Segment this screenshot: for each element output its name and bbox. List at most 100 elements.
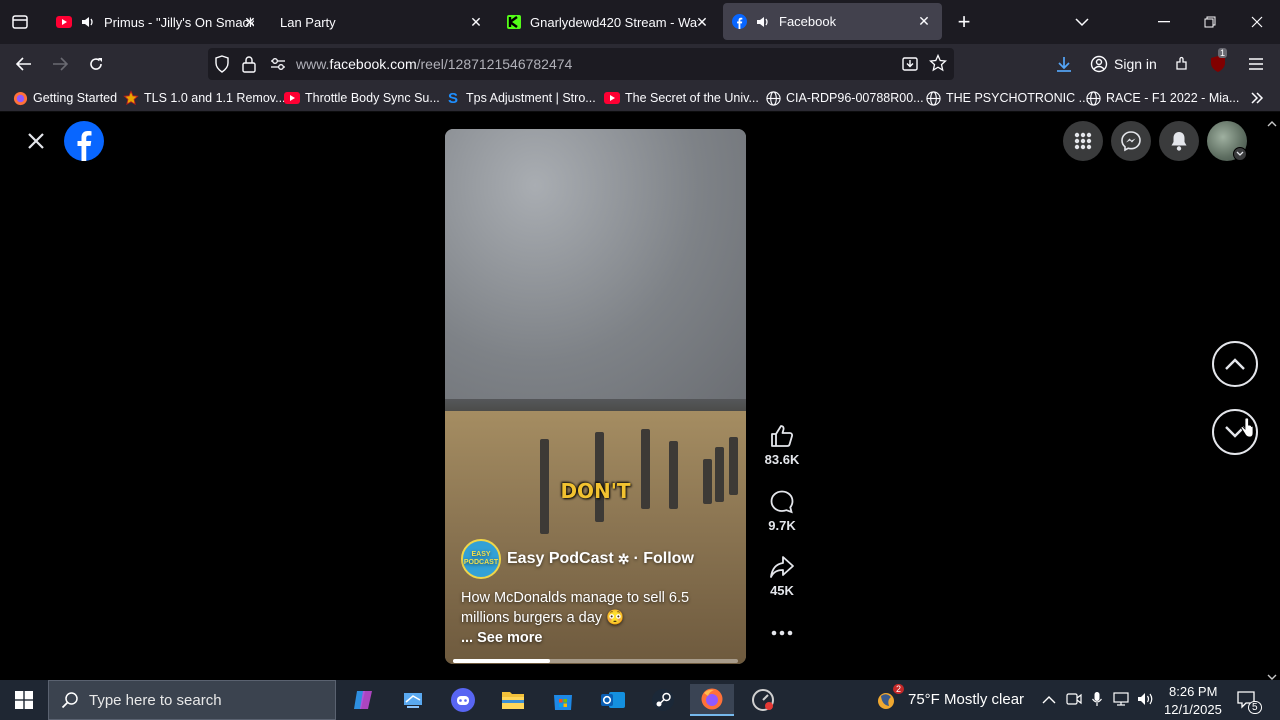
bookmark-cia-rdp[interactable]: CIA-RDP96-00788R00... xyxy=(765,89,924,107)
see-more-link[interactable]: ... See more xyxy=(461,630,542,646)
close-tab-icon[interactable]: ✕ xyxy=(468,14,484,30)
bookmark-getting-started[interactable]: Getting Started xyxy=(12,89,117,107)
youtube-icon xyxy=(604,90,620,106)
share-count: 45K xyxy=(770,583,794,598)
list-tabs-icon[interactable] xyxy=(1070,10,1094,34)
account-chevron-icon[interactable] xyxy=(1233,147,1247,161)
permissions-icon[interactable] xyxy=(270,57,286,76)
steam-app-icon[interactable] xyxy=(641,684,685,716)
url-domain: facebook.com xyxy=(329,56,417,72)
scroll-up-icon[interactable] xyxy=(1267,115,1277,133)
tab-title: Facebook xyxy=(779,14,837,29)
sign-in-button[interactable]: Sign in xyxy=(1090,52,1157,76)
close-tab-icon[interactable]: ✕ xyxy=(694,14,710,30)
new-tab-button[interactable]: + xyxy=(952,9,976,34)
bookmark-label: Getting Started xyxy=(33,91,118,105)
reel-video[interactable]: DON'T EASY PODCAST Easy PodCast ✲ · Foll… xyxy=(445,129,746,664)
reel-description: How McDonalds manage to sell 6.5 million… xyxy=(461,588,731,648)
tab-primus[interactable]: Primus - "Jilly's On Smack" ✕ xyxy=(48,0,268,44)
lock-icon[interactable] xyxy=(242,55,256,78)
speaker-icon[interactable] xyxy=(80,14,96,30)
weather-badge: 2 xyxy=(893,684,905,694)
tab-lan-party[interactable]: Lan Party ✕ xyxy=(270,0,494,44)
kick-logo-icon xyxy=(506,14,522,30)
video-caption-word: DON'T xyxy=(560,479,631,503)
clock-date[interactable]: 12/1/2025 xyxy=(1164,702,1222,717)
pc-manager-app-icon[interactable] xyxy=(391,684,435,716)
close-reel-icon[interactable] xyxy=(24,129,48,153)
s-logo-icon: S xyxy=(447,89,458,107)
video-progress-bar[interactable] xyxy=(453,659,738,663)
speaker-icon[interactable] xyxy=(755,14,771,30)
forward-arrow-icon[interactable] xyxy=(48,52,72,76)
url-path: /reel/1287121546782474 xyxy=(416,56,573,72)
facebook-reel-viewer: DON'T EASY PODCAST Easy PodCast ✲ · Foll… xyxy=(0,113,1264,680)
clock-time[interactable]: 8:26 PM xyxy=(1169,684,1217,699)
hamburger-menu-icon[interactable] xyxy=(1244,52,1268,76)
search-icon xyxy=(61,692,78,709)
address-bar[interactable]: www.facebook.com/reel/1287121546782474 xyxy=(208,48,954,80)
close-tab-icon[interactable]: ✕ xyxy=(916,13,932,29)
bookmark-tps-adjustment[interactable]: S Tps Adjustment | Stro... xyxy=(445,89,596,107)
more-bookmarks-icon[interactable] xyxy=(1250,89,1264,107)
bookmark-race-f1[interactable]: RACE - F1 2022 - Mia... xyxy=(1085,89,1239,107)
microphone-icon[interactable] xyxy=(1091,691,1103,712)
messenger-icon[interactable] xyxy=(1111,121,1151,161)
tab-facebook[interactable]: Facebook ✕ xyxy=(723,3,942,40)
reload-icon[interactable] xyxy=(84,52,108,76)
meet-now-icon[interactable] xyxy=(1066,691,1082,712)
globe-icon xyxy=(765,90,781,106)
volume-icon[interactable] xyxy=(1137,691,1155,712)
follow-button[interactable]: · Follow xyxy=(633,550,693,568)
author-avatar[interactable]: EASY PODCAST xyxy=(461,539,501,579)
share-button[interactable]: 45K xyxy=(760,554,804,598)
page-scrollbar[interactable] xyxy=(1264,113,1280,680)
close-window-icon[interactable] xyxy=(1245,10,1269,34)
ublock-extension-icon[interactable]: 1 xyxy=(1206,48,1230,76)
menu-grid-icon[interactable] xyxy=(1063,121,1103,161)
author-avatar-text: EASY PODCAST xyxy=(463,551,499,566)
restore-icon[interactable] xyxy=(1198,10,1222,34)
microsoft-store-app-icon[interactable] xyxy=(541,684,585,716)
gpu-monitor-app-icon[interactable] xyxy=(741,684,785,716)
bookmark-secret-universe[interactable]: The Secret of the Univ... xyxy=(604,89,759,107)
url-prefix: www. xyxy=(296,56,330,72)
tab-gnarlydewd[interactable]: Gnarlydewd420 Stream - Watch ✕ xyxy=(496,0,720,44)
show-hidden-icons-icon[interactable] xyxy=(1042,692,1056,710)
bookmark-throttle-body[interactable]: Throttle Body Sync Su... xyxy=(284,89,440,107)
bookmark-tls[interactable]: TLS 1.0 and 1.1 Remov... xyxy=(123,89,286,107)
discord-app-icon[interactable] xyxy=(441,684,485,716)
firefox-app-icon[interactable] xyxy=(690,684,734,716)
save-to-pocket-icon[interactable] xyxy=(901,55,919,78)
like-button[interactable]: 83.6K xyxy=(760,423,804,467)
network-icon[interactable] xyxy=(1112,691,1130,712)
notifications-bell-icon[interactable] xyxy=(1159,121,1199,161)
close-tab-icon[interactable]: ✕ xyxy=(242,14,258,30)
file-explorer-app-icon[interactable] xyxy=(491,684,535,716)
weather-text[interactable]: 75°F Mostly clear xyxy=(908,691,1024,708)
bookmark-label: Tps Adjustment | Stro... xyxy=(466,91,596,105)
comment-button[interactable]: 9.7K xyxy=(760,489,804,533)
downloads-icon[interactable] xyxy=(1052,52,1076,76)
minimize-icon[interactable] xyxy=(1152,10,1176,34)
facebook-logo-icon[interactable] xyxy=(64,121,104,161)
url-text[interactable]: www.facebook.com/reel/1287121546782474 xyxy=(296,56,572,72)
firefox-view-icon[interactable] xyxy=(8,10,32,34)
youtube-icon xyxy=(284,90,300,106)
windows-start-icon[interactable] xyxy=(2,684,46,716)
bookmark-psychotronic[interactable]: THE PSYCHOTRONIC ... xyxy=(925,89,1089,107)
back-arrow-icon[interactable] xyxy=(12,52,36,76)
extensions-icon[interactable] xyxy=(1170,52,1194,76)
tracking-shield-icon[interactable] xyxy=(214,55,230,78)
tab-bar: Primus - "Jilly's On Smack" ✕ Lan Party … xyxy=(0,0,1280,44)
more-options-icon[interactable] xyxy=(770,621,794,645)
comment-icon xyxy=(770,490,794,514)
previous-reel-button[interactable] xyxy=(1212,341,1258,387)
taskbar-search-box[interactable]: Type here to search xyxy=(48,680,336,720)
bookmark-label: RACE - F1 2022 - Mia... xyxy=(1106,91,1240,105)
fence-post xyxy=(595,432,604,522)
outlook-app-icon[interactable] xyxy=(591,684,635,716)
author-name[interactable]: Easy PodCast xyxy=(507,550,614,568)
bookmark-star-icon[interactable] xyxy=(928,53,948,77)
copilot-app-icon[interactable] xyxy=(341,684,385,716)
